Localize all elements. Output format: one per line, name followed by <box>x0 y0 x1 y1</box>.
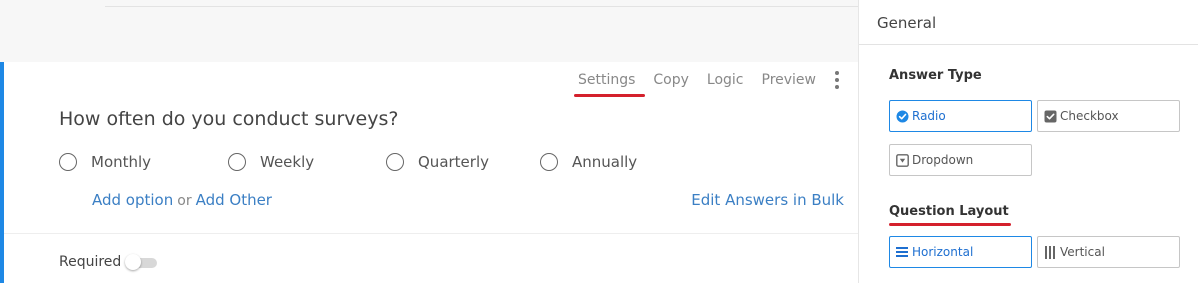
answer-option[interactable]: Quarterly <box>386 153 540 171</box>
panel-header: General <box>877 14 937 32</box>
question-layout-title: Question Layout <box>889 204 1011 226</box>
answer-type-radio-button[interactable]: Radio <box>889 100 1032 132</box>
answer-option[interactable]: Weekly <box>228 153 386 171</box>
or-text: or <box>177 193 192 209</box>
dropdown-icon <box>896 153 909 167</box>
vertical-lines-icon <box>1044 245 1057 259</box>
required-row: Required <box>59 254 158 270</box>
radio-button-icon[interactable] <box>386 153 404 171</box>
tab-copy[interactable]: Copy <box>653 72 689 88</box>
answer-option[interactable]: Annually <box>540 153 637 171</box>
answer-type-radio-label: Radio <box>912 109 946 123</box>
tab-settings[interactable]: Settings <box>573 72 646 97</box>
question-toolbar: Settings Copy Logic Preview <box>573 70 858 97</box>
add-option-link[interactable]: Add option <box>92 191 173 209</box>
answer-type-title: Answer Type <box>889 68 982 83</box>
layout-horizontal-label: Horizontal <box>912 245 974 259</box>
layout-vertical-label: Vertical <box>1060 245 1105 259</box>
answer-option-label[interactable]: Monthly <box>91 153 151 171</box>
answer-type-dropdown-label: Dropdown <box>912 153 974 167</box>
answer-option-label[interactable]: Annually <box>572 153 637 171</box>
question-card[interactable]: Settings Copy Logic Preview How often do… <box>0 62 858 283</box>
answer-options: Monthly Weekly Quarterly Annually <box>59 153 637 171</box>
radio-button-icon[interactable] <box>59 153 77 171</box>
editor-top-area <box>0 0 858 62</box>
settings-panel: General Answer Type Radio Checkbox Dropd… <box>858 0 1198 283</box>
answer-type-dropdown-button[interactable]: Dropdown <box>889 144 1032 176</box>
tab-preview[interactable]: Preview <box>762 72 817 88</box>
layout-horizontal-button[interactable]: Horizontal <box>889 236 1032 268</box>
answer-option-label[interactable]: Weekly <box>260 153 314 171</box>
radio-button-icon[interactable] <box>228 153 246 171</box>
layout-vertical-button[interactable]: Vertical <box>1037 236 1180 268</box>
answer-type-checkbox-label: Checkbox <box>1060 109 1119 123</box>
horizontal-lines-icon <box>896 246 909 258</box>
required-label: Required <box>59 254 122 270</box>
check-circle-icon <box>896 110 909 123</box>
add-other-link[interactable]: Add Other <box>196 191 272 209</box>
panel-header-divider <box>859 44 1198 45</box>
answer-type-checkbox-button[interactable]: Checkbox <box>1037 100 1180 132</box>
checkbox-icon <box>1044 110 1057 123</box>
required-toggle[interactable] <box>125 254 158 270</box>
top-divider <box>105 6 858 7</box>
question-title[interactable]: How often do you conduct surveys? <box>59 108 398 130</box>
answer-option-label[interactable]: Quarterly <box>418 153 489 171</box>
vertical-ellipsis-icon[interactable] <box>834 71 840 89</box>
tab-logic[interactable]: Logic <box>707 72 744 88</box>
edit-answers-bulk-link[interactable]: Edit Answers in Bulk <box>691 191 844 209</box>
answer-option[interactable]: Monthly <box>59 153 228 171</box>
add-option-row: Add option or Add Other <box>92 191 272 209</box>
radio-button-icon[interactable] <box>540 153 558 171</box>
card-divider <box>4 233 858 234</box>
